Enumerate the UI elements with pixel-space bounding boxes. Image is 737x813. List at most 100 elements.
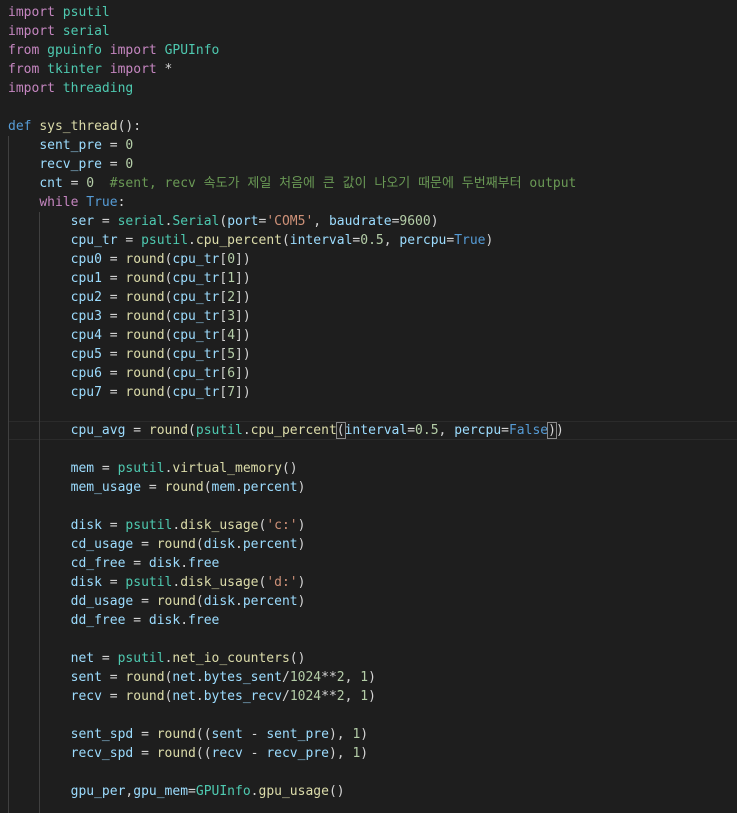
code-line[interactable] (0, 801, 737, 813)
code-token: 'c:' (266, 518, 298, 533)
indent-guide (8, 611, 9, 630)
indent-guide (8, 155, 9, 174)
code-line[interactable]: cpu4 = round(cpu_tr[4]) (0, 326, 737, 345)
code-line[interactable]: cpu_avg = round(psutil.cpu_percent(inter… (0, 421, 737, 440)
code-line[interactable]: cpu1 = round(cpu_tr[1]) (0, 269, 737, 288)
code-token: cpu_tr (172, 309, 220, 324)
code-token: net_io_counters (172, 651, 290, 666)
code-token: 'COM5' (266, 214, 314, 229)
code-token: Serial (172, 214, 220, 229)
code-line[interactable]: disk = psutil.disk_usage('c:') (0, 516, 737, 535)
code-line[interactable]: while True: (0, 193, 737, 212)
code-line[interactable] (0, 497, 737, 516)
code-line[interactable]: sent = round(net.bytes_sent/1024**2, 1) (0, 668, 737, 687)
code-line[interactable]: net = psutil.net_io_counters() (0, 649, 737, 668)
code-token: - (242, 746, 267, 761)
code-token: () (281, 461, 298, 476)
code-token: (( (195, 727, 212, 742)
code-line[interactable] (0, 763, 737, 782)
code-token: ) (485, 233, 494, 248)
code-line[interactable]: recv_pre = 0 (0, 155, 737, 174)
code-line[interactable]: mem_usage = round(mem.percent) (0, 478, 737, 497)
code-token: : (117, 195, 126, 210)
code-token: (( (195, 746, 212, 761)
code-token: 0 (227, 252, 236, 267)
code-line[interactable] (0, 98, 737, 117)
code-line[interactable]: cpu_tr = psutil.cpu_percent(interval = 0.5… (0, 231, 737, 250)
code-token: cpu_tr (70, 233, 118, 248)
code-line[interactable]: sent_pre = 0 (0, 136, 737, 155)
code-token: = (101, 309, 126, 324)
code-line[interactable]: cpu6 = round(cpu_tr[6]) (0, 364, 737, 383)
indent-guide (8, 136, 9, 155)
code-line[interactable]: recv_spd = round((recv - recv_pre), 1) (0, 744, 737, 763)
code-token: [ (219, 309, 228, 324)
indent-guide (39, 649, 41, 668)
code-editor[interactable]: import psutil import serial from gpuinfo i… (0, 0, 737, 813)
code-token: . (180, 556, 189, 571)
code-line[interactable]: def sys_thread(): (0, 117, 737, 136)
code-line[interactable]: from tkinter import * (0, 60, 737, 79)
indent-guide (39, 383, 41, 402)
code-line[interactable]: import threading (0, 79, 737, 98)
code-text: cnt = 0 #sent, recv 속도가 제일 처음에 큰 값이 나오기 … (39, 176, 576, 191)
code-token: = (62, 176, 87, 191)
indent-guide (8, 801, 9, 813)
code-token: / (281, 670, 290, 685)
code-text: cpu2 = round(cpu_tr[2]) (71, 290, 251, 305)
code-token: 6 (227, 366, 236, 381)
code-token: round (125, 689, 165, 704)
indent-guide (8, 687, 9, 706)
code-token: round (156, 537, 196, 552)
code-line[interactable] (0, 402, 737, 421)
code-line[interactable]: cpu0 = round(cpu_tr[0]) (0, 250, 737, 269)
code-line[interactable]: recv = round(net.bytes_recv/1024**2, 1) (0, 687, 737, 706)
code-token: ) (368, 689, 376, 704)
code-token: = (101, 328, 126, 343)
code-line[interactable]: cpu7 = round(cpu_tr[7]) (0, 383, 737, 402)
code-line[interactable]: dd_free = disk.free (0, 611, 737, 630)
code-line[interactable] (0, 630, 737, 649)
code-line[interactable]: mem = psutil.virtual_memory() (0, 459, 737, 478)
code-token: = (188, 784, 196, 799)
code-token: () (328, 784, 345, 799)
code-line[interactable]: cd_free = disk.free (0, 554, 737, 573)
code-line[interactable]: sent_spd = round((sent - sent_pre), 1) (0, 725, 737, 744)
code-line[interactable]: cpu5 = round(cpu_tr[5]) (0, 345, 737, 364)
indent-guide (39, 421, 41, 440)
code-token: psutil (125, 575, 173, 590)
indent-guide (8, 763, 9, 782)
code-line[interactable]: cpu3 = round(cpu_tr[3]) (0, 307, 737, 326)
code-text: sent = round(net.bytes_sent/1024**2, 1) (71, 670, 376, 685)
code-token: = (133, 594, 157, 609)
code-token: round (156, 594, 196, 609)
code-token: round (125, 385, 165, 400)
code-line[interactable]: cnt = 0 #sent, recv 속도가 제일 처음에 큰 값이 나오기 … (0, 174, 737, 193)
code-line[interactable]: from gpuinfo import GPUInfo (0, 41, 737, 60)
indent-guide (8, 497, 9, 516)
code-line[interactable]: cpu2 = round(cpu_tr[2]) (0, 288, 737, 307)
code-token: round (125, 347, 165, 362)
code-token: . (188, 233, 196, 248)
code-line[interactable]: gpu_per,gpu_mem=GPUInfo.gpu_usage() (0, 782, 737, 801)
code-line[interactable] (0, 440, 737, 459)
code-line[interactable]: import psutil (0, 3, 737, 22)
code-line[interactable]: ser = serial.Serial(port='COM5', baudrat… (0, 212, 737, 231)
code-token: interval (289, 233, 353, 248)
code-token: cpu_tr (172, 366, 220, 381)
code-token: ]) (235, 385, 251, 400)
code-token: round (164, 480, 204, 495)
code-line[interactable]: cd_usage = round(disk.percent) (0, 535, 737, 554)
code-text: def sys_thread(): (8, 119, 141, 134)
code-line[interactable]: disk = psutil.disk_usage('d:') (0, 573, 737, 592)
code-token: virtual_memory (172, 461, 282, 476)
indent-guide (8, 744, 9, 763)
indent-guide (39, 459, 41, 478)
code-token: True (454, 233, 486, 248)
code-line[interactable]: import serial (0, 22, 737, 41)
code-line[interactable]: dd_usage = round(disk.percent) (0, 592, 737, 611)
code-token: import (109, 62, 157, 77)
code-line[interactable] (0, 706, 737, 725)
